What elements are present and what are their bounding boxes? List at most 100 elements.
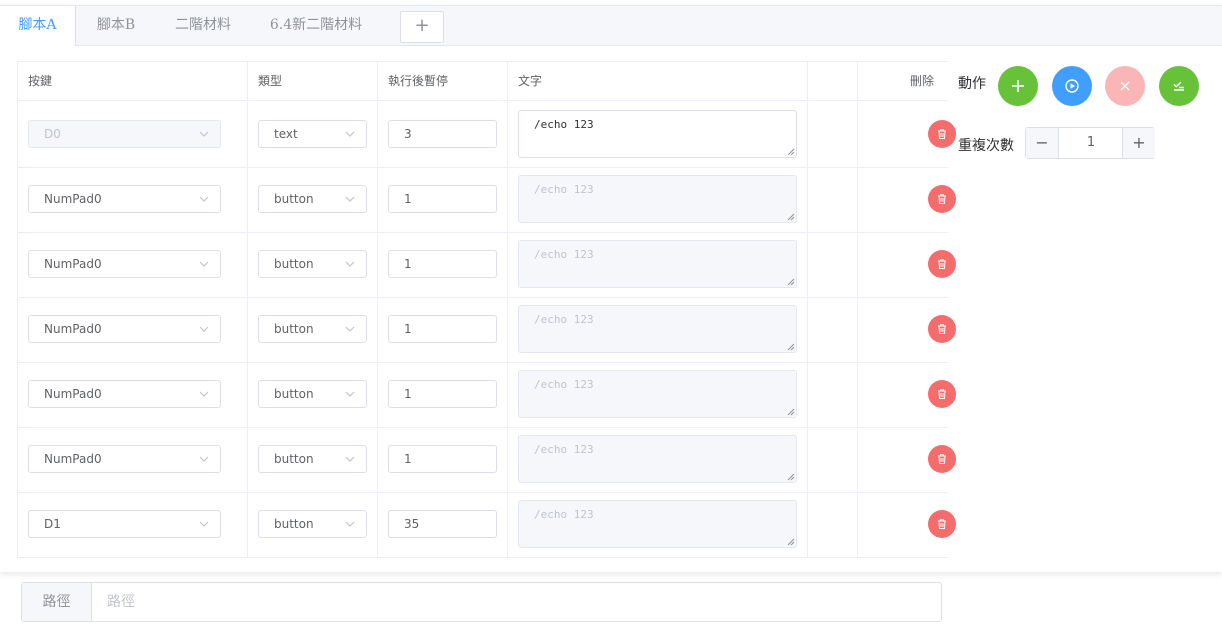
key-select[interactable]: NumPad0 <box>28 250 221 278</box>
pause-input[interactable]: 3 <box>388 120 497 148</box>
add-tab-button[interactable]: + <box>400 11 444 43</box>
spacer-cell <box>808 427 858 492</box>
text-area[interactable]: /echo 123 <box>518 240 797 288</box>
chevron-down-icon <box>199 326 209 332</box>
pause-input[interactable]: 35 <box>388 510 497 538</box>
key-select[interactable]: D1 <box>28 510 221 538</box>
key-select[interactable]: NumPad0 <box>28 185 221 213</box>
key-select[interactable]: NumPad0 <box>28 445 221 473</box>
type-select[interactable]: button <box>258 445 367 473</box>
spacer-cell <box>808 102 858 167</box>
key-cell: D0 <box>18 102 248 167</box>
path-input-group: 路徑 路徑 <box>21 582 942 622</box>
type-select-value: text <box>274 127 298 141</box>
text-area[interactable]: /echo 123 <box>518 500 797 548</box>
type-cell: text <box>248 102 378 167</box>
type-select[interactable]: button <box>258 380 367 408</box>
text-area[interactable]: /echo 123 <box>518 305 797 353</box>
pause-cell: 1 <box>378 232 508 297</box>
repeat-count-stepper: − 1 + <box>1025 127 1155 159</box>
chevron-down-icon <box>345 326 355 332</box>
text-cell: /echo 123 <box>508 427 808 492</box>
resize-grip-icon[interactable] <box>787 213 795 221</box>
delete-row-button[interactable] <box>928 315 956 343</box>
chevron-down-icon <box>199 521 209 527</box>
path-label: 路徑 <box>22 583 92 621</box>
resize-grip-icon[interactable] <box>787 148 795 156</box>
finish-button[interactable] <box>1159 66 1199 106</box>
key-cell: NumPad0 <box>18 427 248 492</box>
table-row: NumPad0 button 1/echo 123 <box>18 167 956 233</box>
pause-input[interactable]: 1 <box>388 380 497 408</box>
pause-cell: 1 <box>378 362 508 427</box>
type-cell: button <box>248 427 378 492</box>
chevron-down-icon <box>199 456 209 462</box>
key-select[interactable]: NumPad0 <box>28 315 221 343</box>
stop-button[interactable] <box>1105 66 1145 106</box>
resize-grip-icon[interactable] <box>787 538 795 546</box>
type-select[interactable]: button <box>258 250 367 278</box>
key-select-value: NumPad0 <box>44 322 102 336</box>
resize-grip-icon[interactable] <box>787 278 795 286</box>
resize-grip-icon[interactable] <box>787 408 795 416</box>
type-select[interactable]: button <box>258 510 367 538</box>
pause-cell: 1 <box>378 167 508 232</box>
type-select[interactable]: button <box>258 185 367 213</box>
resize-grip-icon[interactable] <box>787 473 795 481</box>
spacer-cell <box>808 167 858 232</box>
chevron-down-icon <box>345 196 355 202</box>
type-select[interactable]: text <box>258 120 367 148</box>
chevron-down-icon <box>345 131 355 137</box>
text-area-value: /echo 123 <box>534 378 594 391</box>
chevron-down-icon <box>199 261 209 267</box>
add-row-button[interactable] <box>998 66 1038 106</box>
delete-row-button[interactable] <box>928 380 956 408</box>
delete-row-button[interactable] <box>928 250 956 278</box>
key-select[interactable]: D0 <box>28 120 221 148</box>
text-area[interactable]: /echo 123 <box>518 175 797 223</box>
repeat-count-label: 重複次數 <box>958 138 1014 154</box>
key-cell: NumPad0 <box>18 167 248 232</box>
pause-input[interactable]: 1 <box>388 185 497 213</box>
key-cell: NumPad0 <box>18 297 248 362</box>
finished-icon <box>1173 81 1184 91</box>
delete-row-button[interactable] <box>928 120 956 148</box>
text-area[interactable]: /echo 123 <box>518 370 797 418</box>
repeat-count-input[interactable]: 1 <box>1059 128 1123 158</box>
path-input[interactable]: 路徑 <box>107 583 135 621</box>
plus-icon <box>1012 80 1024 92</box>
type-cell: button <box>248 362 378 427</box>
delete-row-button[interactable] <box>928 445 956 473</box>
decrement-button[interactable]: − <box>1026 128 1059 158</box>
pause-input[interactable]: 1 <box>388 445 497 473</box>
script-card: 腳本A 腳本B 二階材料 6.4新二階材料 + 按鍵 類型 執行後暫停 文字 刪… <box>0 5 1222 572</box>
chevron-down-icon <box>345 456 355 462</box>
key-select[interactable]: NumPad0 <box>28 380 221 408</box>
spacer-cell <box>808 362 858 427</box>
key-select-value: D1 <box>44 517 61 531</box>
increment-button[interactable]: + <box>1122 128 1155 158</box>
header-pause: 執行後暫停 <box>378 62 508 101</box>
run-button[interactable] <box>1052 66 1092 106</box>
tab-script-b[interactable]: 腳本B <box>78 6 154 45</box>
text-area-value: /echo 123 <box>534 183 594 196</box>
text-area-value: /echo 123 <box>534 248 594 261</box>
text-area[interactable]: /echo 123 <box>518 435 797 483</box>
type-cell: button <box>248 297 378 362</box>
header-key: 按鍵 <box>18 62 248 101</box>
delete-row-button[interactable] <box>928 510 956 538</box>
text-cell: /echo 123 <box>508 297 808 362</box>
delete-row-button[interactable] <box>928 185 956 213</box>
pause-input[interactable]: 1 <box>388 315 497 343</box>
tab-script-a[interactable]: 腳本A <box>0 6 76 46</box>
table-row: D1 button 35/echo 123 <box>18 492 956 557</box>
text-area[interactable]: /echo 123 <box>518 110 797 158</box>
resize-grip-icon[interactable] <box>787 343 795 351</box>
type-select[interactable]: button <box>258 315 367 343</box>
tab-new-secondary-materials[interactable]: 6.4新二階材料 <box>254 6 378 45</box>
tab-bar: 腳本A 腳本B 二階材料 6.4新二階材料 + <box>0 6 1222 46</box>
pause-input[interactable]: 1 <box>388 250 497 278</box>
tab-secondary-materials[interactable]: 二階材料 <box>158 6 248 45</box>
text-area-value: /echo 123 <box>534 313 594 326</box>
text-cell: /echo 123 <box>508 362 808 427</box>
